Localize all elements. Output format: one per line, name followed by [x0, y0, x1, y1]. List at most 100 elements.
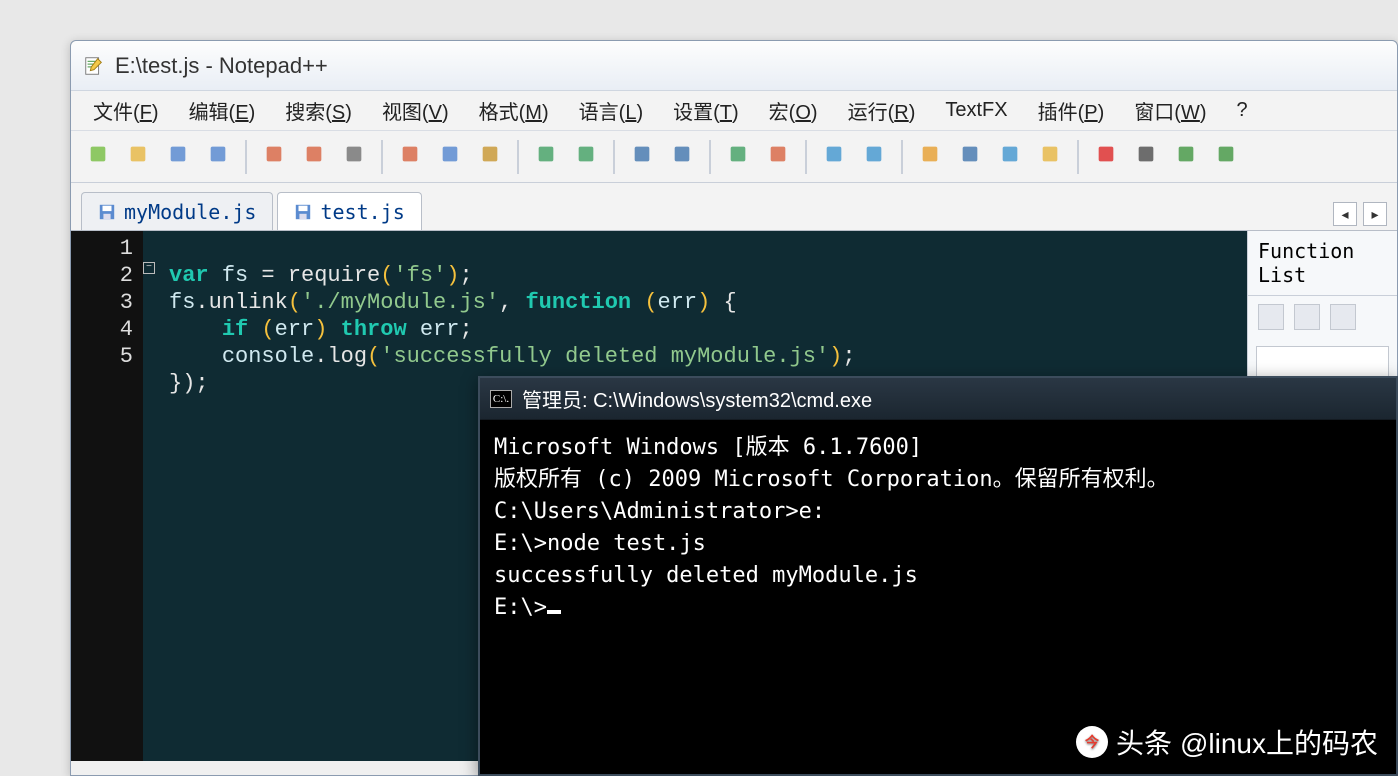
paste-icon: [479, 143, 501, 170]
record-button[interactable]: [1089, 140, 1123, 174]
menu-文件[interactable]: 文件(F): [79, 92, 173, 129]
fnlist-btn-1[interactable]: [1258, 304, 1284, 330]
close-all-button[interactable]: [297, 140, 331, 174]
menu-设置[interactable]: 设置(T): [659, 92, 753, 129]
save-button[interactable]: [161, 140, 195, 174]
fnlist-btn-2[interactable]: [1294, 304, 1320, 330]
new-file-button[interactable]: [81, 140, 115, 174]
disk-icon: [98, 203, 116, 221]
indent-guide-button[interactable]: [993, 140, 1027, 174]
watermark-handle: @linux上的码农: [1180, 722, 1378, 762]
lang-icon: [1039, 143, 1061, 170]
toolbar-separator: [245, 140, 247, 174]
tab-prev-button[interactable]: ◂: [1333, 202, 1357, 226]
find-icon: [631, 143, 653, 170]
paste-button[interactable]: [473, 140, 507, 174]
stop-button[interactable]: [1129, 140, 1163, 174]
menu-搜索[interactable]: 搜索(S): [271, 92, 366, 129]
cmd-window: C:\. 管理员: C:\Windows\system32\cmd.exe Mi…: [478, 376, 1398, 776]
toolbar-separator: [709, 140, 711, 174]
npp-menubar: 文件(F)编辑(E)搜索(S)视图(V)格式(M)语言(L)设置(T)宏(O)运…: [71, 91, 1397, 131]
cmd-titlebar[interactable]: C:\. 管理员: C:\Windows\system32\cmd.exe: [480, 378, 1396, 420]
open-file-button[interactable]: [121, 140, 155, 174]
fold-column[interactable]: −: [143, 231, 163, 761]
cmd-body[interactable]: Microsoft Windows [版本 6.1.7600]版权所有 (c) …: [480, 420, 1396, 636]
kw-var: var: [169, 263, 209, 288]
close-all-icon: [303, 143, 325, 170]
play-multi-icon: [1215, 143, 1237, 170]
fold-toggle-icon[interactable]: −: [143, 262, 155, 274]
menu-格式[interactable]: 格式(M): [465, 92, 563, 129]
menu-宏[interactable]: 宏(O): [755, 92, 832, 129]
menu-语言[interactable]: 语言(L): [565, 92, 657, 129]
redo-button[interactable]: [569, 140, 603, 174]
play-button[interactable]: [1169, 140, 1203, 174]
function-list-header: Function List: [1248, 231, 1397, 296]
menu-视图[interactable]: 视图(V): [368, 92, 463, 129]
watermark: 今 头条 @linux上的码农: [1076, 722, 1378, 762]
cursor: [547, 610, 561, 614]
toutiao-logo-icon: 今: [1076, 726, 1108, 758]
show-all-button[interactable]: [953, 140, 987, 174]
npp-tabbar: myModule.js test.js ◂ ▸: [71, 183, 1397, 231]
menu-插件[interactable]: 插件(P): [1024, 92, 1119, 129]
zoom-in-button[interactable]: [721, 140, 755, 174]
toolbar-separator: [901, 140, 903, 174]
show-all-icon: [959, 143, 981, 170]
cmd-line: E:\>: [494, 592, 1382, 624]
menu-help[interactable]: ?: [1223, 95, 1262, 126]
save-icon: [167, 143, 189, 170]
sync-h-icon: [863, 143, 885, 170]
undo-icon: [535, 143, 557, 170]
disk-icon: [294, 203, 312, 221]
menu-运行[interactable]: 运行(R): [834, 92, 930, 129]
menu-TextFX[interactable]: TextFX: [931, 95, 1021, 126]
zoom-out-icon: [767, 143, 789, 170]
line-number: 4: [71, 316, 133, 343]
tab-myModule-js[interactable]: myModule.js: [81, 192, 273, 230]
find-button[interactable]: [625, 140, 659, 174]
menu-编辑[interactable]: 编辑(E): [175, 92, 270, 129]
toolbar-separator: [613, 140, 615, 174]
line-number-gutter: 12345: [71, 231, 143, 761]
sync-h-button[interactable]: [857, 140, 891, 174]
redo-icon: [575, 143, 597, 170]
cmd-title-text: 管理员: C:\Windows\system32\cmd.exe: [522, 384, 872, 413]
indent-guide-icon: [999, 143, 1021, 170]
toolbar-separator: [517, 140, 519, 174]
copy-button[interactable]: [433, 140, 467, 174]
print-button[interactable]: [337, 140, 371, 174]
toolbar-separator: [805, 140, 807, 174]
cut-icon: [399, 143, 421, 170]
play-icon: [1175, 143, 1197, 170]
cut-button[interactable]: [393, 140, 427, 174]
tab-label: myModule.js: [124, 200, 256, 224]
zoom-out-button[interactable]: [761, 140, 795, 174]
npp-titlebar[interactable]: E:\test.js - Notepad++: [71, 41, 1397, 91]
tab-label: test.js: [320, 200, 404, 224]
sync-v-button[interactable]: [817, 140, 851, 174]
menu-窗口[interactable]: 窗口(W): [1120, 92, 1220, 129]
cmd-line: E:\>node test.js: [494, 528, 1382, 560]
save-all-button[interactable]: [201, 140, 235, 174]
cmd-line: Microsoft Windows [版本 6.1.7600]: [494, 432, 1382, 464]
close-button[interactable]: [257, 140, 291, 174]
fnlist-btn-3[interactable]: [1330, 304, 1356, 330]
tab-test-js[interactable]: test.js: [277, 192, 421, 230]
watermark-brand: 头条: [1116, 722, 1172, 762]
cmd-line: C:\Users\Administrator>e:: [494, 496, 1382, 528]
print-icon: [343, 143, 365, 170]
undo-button[interactable]: [529, 140, 563, 174]
zoom-in-icon: [727, 143, 749, 170]
wrap-icon: [919, 143, 941, 170]
toolbar-separator: [381, 140, 383, 174]
find-replace-button[interactable]: [665, 140, 699, 174]
play-multi-button[interactable]: [1209, 140, 1243, 174]
copy-icon: [439, 143, 461, 170]
wrap-button[interactable]: [913, 140, 947, 174]
open-file-icon: [127, 143, 149, 170]
line-number: 5: [71, 343, 133, 370]
lang-button[interactable]: [1033, 140, 1067, 174]
tab-next-button[interactable]: ▸: [1363, 202, 1387, 226]
cmd-line: 版权所有 (c) 2009 Microsoft Corporation。保留所有…: [494, 464, 1382, 496]
